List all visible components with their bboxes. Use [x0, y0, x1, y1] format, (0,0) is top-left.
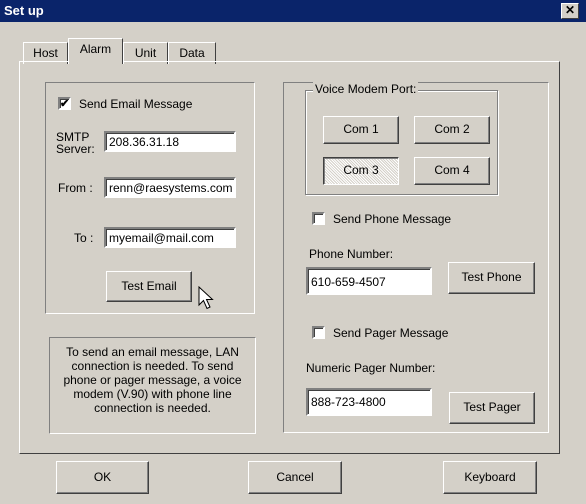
test-phone-button[interactable]: Test Phone: [448, 262, 535, 294]
close-icon[interactable]: ✕: [561, 3, 579, 19]
smtp-label: SMTP Server:: [56, 131, 95, 155]
phone-number-label: Phone Number:: [309, 247, 394, 261]
com1-button[interactable]: Com 1: [323, 116, 399, 144]
send-phone-checkbox[interactable]: [312, 212, 325, 225]
send-pager-checkbox[interactable]: [312, 326, 325, 339]
com3-button[interactable]: Com 3: [323, 157, 399, 185]
ok-button[interactable]: OK: [56, 461, 149, 494]
pager-number-label: Numeric Pager Number:: [306, 361, 436, 375]
title-bar: Set up: [0, 0, 586, 22]
tab-alarm-label: Alarm: [79, 42, 112, 56]
from-label: From :: [58, 181, 93, 195]
from-input[interactable]: renn@raesystems.com: [104, 177, 236, 198]
send-email-label: Send Email Message: [79, 97, 193, 111]
mouse-pointer-icon: [198, 286, 214, 310]
com4-button[interactable]: Com 4: [414, 157, 490, 185]
tab-host-label: Host: [33, 46, 58, 60]
smtp-server-input[interactable]: 208.36.31.18: [104, 131, 236, 152]
pager-number-input[interactable]: 888-723-4800: [306, 388, 432, 416]
phone-number-input[interactable]: 610-659-4507: [306, 267, 432, 295]
send-phone-label: Send Phone Message: [333, 212, 452, 226]
test-email-button[interactable]: Test Email: [106, 271, 192, 302]
tab-alarm[interactable]: Alarm: [68, 38, 123, 64]
send-email-checkbox[interactable]: ✔: [58, 97, 71, 110]
keyboard-button[interactable]: Keyboard: [443, 461, 537, 494]
info-text: To send an email message, LAN connection…: [49, 337, 256, 434]
to-input[interactable]: myemail@mail.com: [104, 227, 236, 248]
tab-data-label: Data: [179, 46, 205, 60]
cancel-button[interactable]: Cancel: [248, 461, 342, 494]
test-pager-button[interactable]: Test Pager: [449, 392, 535, 424]
com2-button[interactable]: Com 2: [414, 116, 490, 144]
window-title: Set up: [4, 3, 44, 18]
send-pager-label: Send Pager Message: [333, 326, 449, 340]
voice-modem-port-title: Voice Modem Port:: [313, 82, 419, 96]
to-label: To :: [74, 231, 94, 245]
smtp-label-line2: Server:: [56, 142, 95, 156]
tab-unit-label: Unit: [134, 46, 157, 60]
